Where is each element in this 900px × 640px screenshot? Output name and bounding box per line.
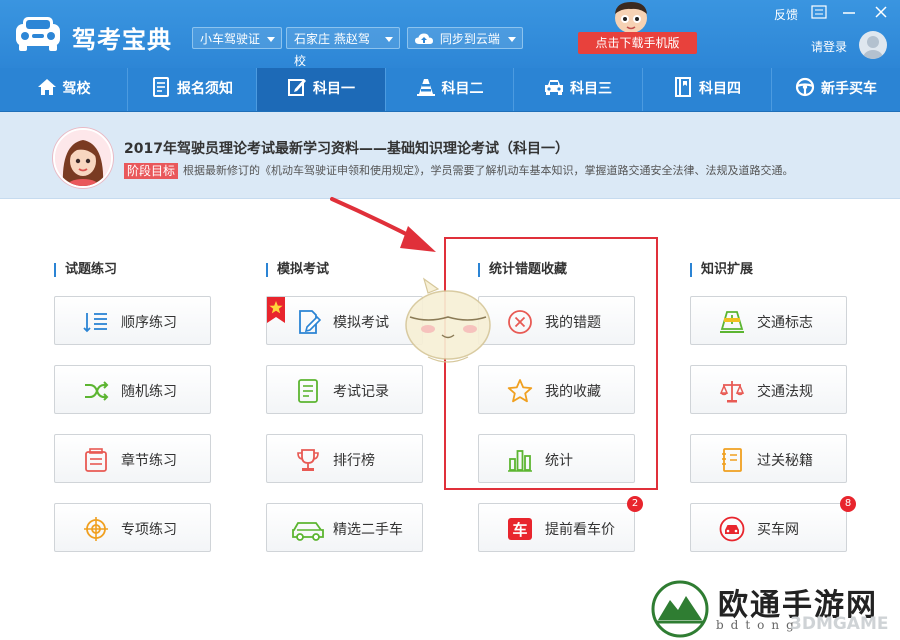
used-car-button[interactable]: 精选二手车 [266, 503, 423, 552]
section-title-mock-exam: 模拟考试 [266, 263, 329, 277]
hot-ribbon-icon [267, 297, 285, 323]
road-sign-icon [720, 311, 744, 333]
chapter-practice-button[interactable]: 章节练习 [54, 434, 211, 483]
notification-badge: 8 [840, 496, 856, 512]
section-title-practice: 试题练习 [54, 263, 117, 277]
vehicle-type-value: 小车驾驶证 [200, 32, 261, 46]
cloud-upload-icon [415, 33, 433, 44]
nav-item-subject-two[interactable]: 科目二 [386, 68, 514, 111]
chevron-down-icon [267, 37, 275, 42]
watermark-brand: 3DMGAME [790, 614, 889, 634]
trophy-icon [297, 449, 319, 471]
button-label: 随机练习 [121, 384, 177, 400]
buy-car-site-button[interactable]: 买车网 [690, 503, 847, 552]
nav-label: 科目一 [313, 81, 355, 97]
exam-record-button[interactable]: 考试记录 [266, 365, 423, 414]
nav-label: 驾校 [62, 81, 91, 97]
title-bar: 驾考宝典 小车驾驶证 石家庄 燕赵驾校 同步到云端 点击下载手机版 反馈 请登录 [0, 0, 900, 68]
button-label: 章节练习 [121, 453, 177, 469]
driving-school-dropdown[interactable]: 石家庄 燕赵驾校 [286, 27, 400, 68]
nav-item-subject-four[interactable]: 科目四 [643, 68, 772, 111]
sequential-practice-button[interactable]: 顺序练习 [54, 296, 211, 345]
used-car-icon [292, 522, 324, 541]
login-link[interactable]: 请登录 [811, 38, 847, 55]
button-label: 模拟考试 [333, 315, 389, 331]
shuffle-icon [85, 381, 109, 401]
button-label: 专项练习 [121, 522, 177, 538]
special-practice-button[interactable]: 专项练习 [54, 503, 211, 552]
scales-icon [719, 381, 745, 403]
button-label: 精选二手车 [333, 522, 403, 538]
button-label: 顺序练习 [121, 315, 177, 331]
record-icon [298, 379, 318, 403]
target-icon [84, 517, 108, 541]
main-nav: 驾校 报名须知 科目一 科目二 科目三 科目四 新手买车 [0, 68, 900, 112]
chapter-icon [85, 448, 107, 472]
notification-badge: 2 [627, 496, 643, 512]
sync-cloud-dropdown[interactable]: 同步到云端 [407, 27, 523, 49]
nav-item-subject-three[interactable]: 科目三 [514, 68, 643, 111]
notebook-icon [722, 448, 742, 472]
menu-icon[interactable] [811, 5, 827, 19]
svg-text:车: 车 [512, 521, 527, 539]
pass-tips-button[interactable]: 过关秘籍 [690, 434, 847, 483]
book-icon [675, 77, 691, 97]
nav-item-subject-one[interactable]: 科目一 [257, 68, 386, 111]
nav-label: 科目四 [699, 81, 741, 97]
minimize-icon[interactable] [841, 5, 857, 19]
document-icon [153, 77, 169, 97]
sync-cloud-label: 同步到云端 [439, 32, 500, 46]
annotation-arrow-icon [330, 197, 436, 252]
traffic-signs-button[interactable]: 交通标志 [690, 296, 847, 345]
button-label: 考试记录 [333, 384, 389, 400]
home-icon [37, 79, 56, 95]
girl-avatar-icon [55, 130, 111, 186]
button-label: 提前看车价 [545, 522, 615, 538]
button-label: 买车网 [757, 522, 799, 538]
stage-goal-description: 根据最新修订的《机动车驾驶证申领和使用规定》，学员需要了解机动车基本知识，掌握道… [183, 164, 794, 177]
button-label: 过关秘籍 [757, 453, 813, 469]
nav-label: 科目二 [441, 81, 484, 97]
app-title: 驾考宝典 [72, 26, 172, 54]
random-practice-button[interactable]: 随机练习 [54, 365, 211, 414]
feedback-link[interactable]: 反馈 [774, 6, 798, 23]
list-order-icon [83, 313, 107, 333]
nav-label: 科目三 [570, 81, 612, 97]
user-avatar[interactable] [859, 31, 887, 59]
user-icon [863, 36, 883, 59]
car-icon [545, 80, 563, 95]
watermark-subtext: bdtong [716, 618, 801, 632]
stage-goal-tag: 阶段目标 [124, 163, 179, 179]
nav-label: 报名须知 [177, 81, 233, 97]
traffic-cone-icon [416, 79, 435, 96]
nav-item-registration[interactable]: 报名须知 [128, 68, 257, 111]
section-title-knowledge: 知识扩展 [690, 263, 753, 277]
car-price-icon: 车 [508, 518, 532, 540]
exam-pen-icon [299, 310, 321, 334]
chevron-down-icon [508, 37, 516, 42]
nav-label: 新手买车 [821, 81, 877, 97]
driving-school-value: 石家庄 燕赵驾校 [294, 32, 370, 68]
button-label: 排行榜 [333, 453, 375, 469]
steering-wheel-icon [795, 77, 815, 97]
car-logo-icon [16, 17, 60, 51]
vehicle-type-dropdown[interactable]: 小车驾驶证 [192, 27, 282, 49]
instructor-avatar [53, 128, 113, 188]
highlight-annotation-box [444, 237, 658, 490]
edit-icon [288, 79, 306, 96]
traffic-laws-button[interactable]: 交通法规 [690, 365, 847, 414]
mascot-character-icon [405, 277, 491, 363]
nav-item-buy-car[interactable]: 新手买车 [772, 68, 900, 111]
car-price-button[interactable]: 车 提前看车价 [478, 503, 635, 552]
download-mobile-button[interactable]: 点击下载手机版 [578, 32, 697, 54]
buy-car-icon [719, 516, 745, 542]
banner-title: 2017年驾驶员理论考试最新学习资料——基础知识理论考试（科目一） [124, 141, 569, 157]
chevron-down-icon [385, 37, 393, 42]
close-icon[interactable] [873, 5, 889, 19]
leaderboard-button[interactable]: 排行榜 [266, 434, 423, 483]
button-label: 交通法规 [757, 384, 813, 400]
button-label: 交通标志 [757, 315, 813, 331]
nav-item-driving-school[interactable]: 驾校 [0, 68, 128, 111]
